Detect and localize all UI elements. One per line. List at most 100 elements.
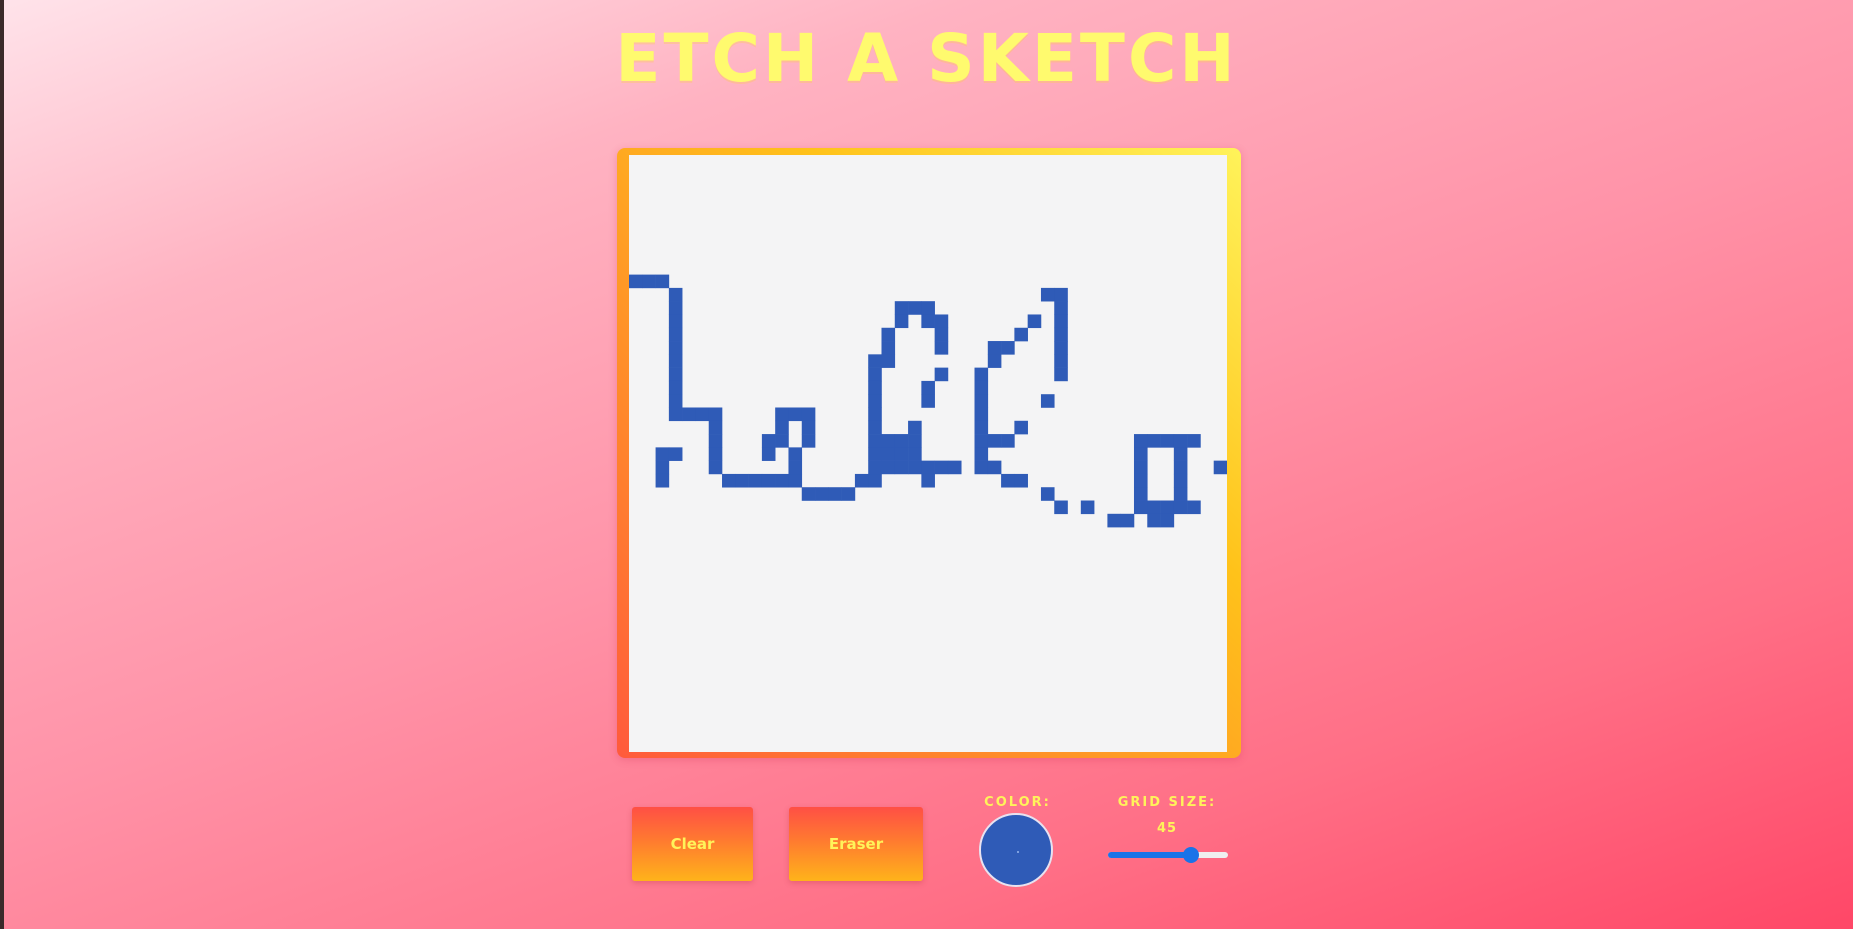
grid-cell-inked[interactable] — [921, 380, 935, 395]
grid-cell-inked[interactable] — [668, 314, 683, 329]
grid-cell-inked[interactable] — [974, 447, 989, 461]
grid-cell-inked[interactable] — [1160, 500, 1175, 515]
grid-cell-inked[interactable] — [708, 420, 723, 435]
grid-cell-inked[interactable] — [788, 407, 803, 422]
grid-cell-inked[interactable] — [655, 274, 670, 289]
grid-cell-inked[interactable] — [801, 420, 816, 435]
grid-cell-inked[interactable] — [668, 367, 683, 382]
grid-cell-inked[interactable] — [868, 460, 882, 475]
grid-cell-inked[interactable] — [1173, 447, 1188, 461]
grid-cell-inked[interactable] — [868, 420, 882, 435]
grid-cell-inked[interactable] — [947, 460, 962, 475]
grid-cell-inked[interactable] — [1173, 500, 1188, 515]
grid-cell-inked[interactable] — [695, 407, 710, 422]
grid-cell-inked[interactable] — [1054, 287, 1068, 302]
grid-cell-inked[interactable] — [1173, 487, 1188, 501]
grid-cell-inked[interactable] — [921, 473, 935, 488]
grid-cell-inked[interactable] — [1133, 447, 1148, 461]
grid-cell-inked[interactable] — [974, 367, 989, 382]
grid-cell-inked[interactable] — [1040, 487, 1055, 501]
grid-cell-inked[interactable] — [775, 434, 789, 448]
grid-cell-inked[interactable] — [1014, 327, 1028, 342]
grid-cell-inked[interactable] — [974, 420, 989, 435]
grid-cell-inked[interactable] — [934, 327, 949, 342]
grid-cell-inked[interactable] — [921, 394, 935, 408]
grid-cell-inked[interactable] — [668, 380, 683, 395]
grid-cell-inked[interactable] — [841, 487, 856, 501]
grid-cell-inked[interactable] — [987, 354, 1002, 368]
grid-cell-inked[interactable] — [974, 407, 989, 422]
grid-cell-inked[interactable] — [868, 367, 882, 382]
grid-cell-inked[interactable] — [868, 394, 882, 408]
grid-cell-inked[interactable] — [868, 354, 882, 368]
grid-cell-inked[interactable] — [761, 473, 776, 488]
grid-cell-inked[interactable] — [708, 447, 723, 461]
eraser-button[interactable]: Eraser — [789, 807, 923, 881]
grid-cell-inked[interactable] — [868, 380, 882, 395]
grid-cell-inked[interactable] — [668, 407, 683, 422]
grid-cell-inked[interactable] — [748, 473, 763, 488]
grid-cell-inked[interactable] — [1080, 500, 1095, 515]
grid-cell-inked[interactable] — [1001, 341, 1015, 355]
grid-cell-inked[interactable] — [881, 434, 896, 448]
grid-cell-inked[interactable] — [735, 473, 749, 488]
grid-cell-inked[interactable] — [722, 473, 736, 488]
color-picker[interactable] — [979, 813, 1053, 887]
grid-cell-inked[interactable] — [894, 314, 909, 329]
grid-cell-inked[interactable] — [668, 447, 683, 461]
grid-cell-inked[interactable] — [708, 460, 723, 475]
grid-cell-inked[interactable] — [934, 341, 949, 355]
grid-cell-inked[interactable] — [775, 407, 789, 422]
grid-cell-inked[interactable] — [908, 434, 922, 448]
grid-cell-inked[interactable] — [894, 301, 909, 315]
grid-cell-inked[interactable] — [761, 447, 776, 461]
grid-cell-inked[interactable] — [894, 460, 909, 475]
grid-cell-inked[interactable] — [881, 354, 896, 368]
grid-cell-inked[interactable] — [1014, 473, 1028, 488]
grid-cell-inked[interactable] — [1054, 367, 1068, 382]
grid-cell-inked[interactable] — [1014, 420, 1028, 435]
grid-cell-inked[interactable] — [921, 314, 935, 329]
grid-cell-inked[interactable] — [881, 447, 896, 461]
grid-cell-inked[interactable] — [894, 447, 909, 461]
grid-cell-inked[interactable] — [1054, 354, 1068, 368]
grid-cell-inked[interactable] — [682, 407, 696, 422]
grid-cell-inked[interactable] — [708, 434, 723, 448]
grid-cell-inked[interactable] — [788, 460, 803, 475]
grid-size-slider[interactable] — [1108, 844, 1228, 866]
grid-cell-inked[interactable] — [974, 434, 989, 448]
grid-cell-inked[interactable] — [668, 341, 683, 355]
grid-cell-inked[interactable] — [868, 473, 882, 488]
grid-cell-inked[interactable] — [1133, 473, 1148, 488]
grid-cell-inked[interactable] — [881, 460, 896, 475]
grid-cell-inked[interactable] — [1133, 460, 1148, 475]
grid-cell-inked[interactable] — [1147, 513, 1161, 528]
grid-cell-inked[interactable] — [815, 487, 829, 501]
grid-cell-inked[interactable] — [1147, 500, 1161, 515]
grid-cell-inked[interactable] — [921, 301, 935, 315]
grid-cell-inked[interactable] — [1040, 394, 1055, 408]
grid-cell-inked[interactable] — [1054, 341, 1068, 355]
grid-cell-inked[interactable] — [908, 301, 922, 315]
grid-cell-inked[interactable] — [1054, 314, 1068, 329]
grid-cell-inked[interactable] — [655, 460, 670, 475]
grid-cell-inked[interactable] — [642, 274, 656, 289]
grid-cell-inked[interactable] — [828, 487, 842, 501]
grid-cell-inked[interactable] — [801, 407, 816, 422]
grid-cell-inked[interactable] — [801, 487, 816, 501]
grid-cell-inked[interactable] — [868, 407, 882, 422]
grid-cell-inked[interactable] — [788, 447, 803, 461]
grid-cell-inked[interactable] — [1187, 500, 1201, 515]
grid-cell-inked[interactable] — [801, 434, 816, 448]
grid-cell-inked[interactable] — [1213, 460, 1227, 475]
grid-cell-inked[interactable] — [868, 447, 882, 461]
grid-cell-inked[interactable] — [908, 447, 922, 461]
grid-cell-inked[interactable] — [987, 460, 1002, 475]
grid-cell-inked[interactable] — [655, 447, 670, 461]
grid-cell-inked[interactable] — [629, 274, 643, 289]
slider-thumb[interactable] — [1182, 847, 1199, 863]
grid-cell-inked[interactable] — [668, 327, 683, 342]
clear-button[interactable]: Clear — [632, 807, 753, 881]
grid-cell-inked[interactable] — [1054, 500, 1068, 515]
grid-cell-inked[interactable] — [854, 473, 869, 488]
